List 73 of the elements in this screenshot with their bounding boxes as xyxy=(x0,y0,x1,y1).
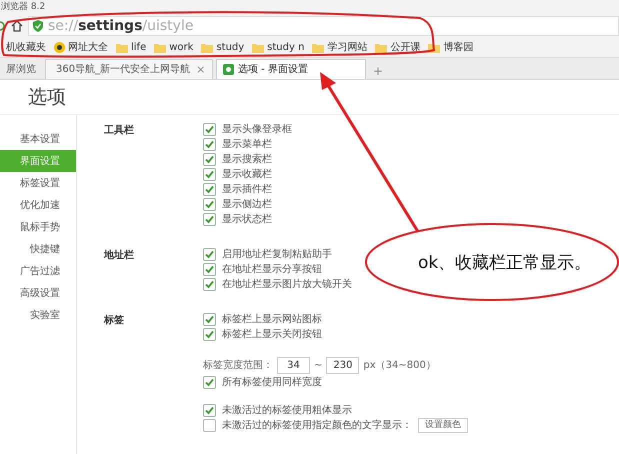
folder-icon xyxy=(375,42,388,52)
browser-tab[interactable]: 选项 - 界面设置 xyxy=(216,59,366,79)
option-label: 所有标签使用同样宽度 xyxy=(222,376,322,390)
sidebar-item[interactable]: 广告过滤 xyxy=(0,260,76,282)
settings-icon xyxy=(223,64,234,75)
section-title: 地址栏 xyxy=(104,248,135,263)
option-label: 显示侧边栏 xyxy=(222,198,272,212)
checkbox[interactable] xyxy=(203,419,216,432)
folder-icon xyxy=(201,42,214,52)
bookmark[interactable]: 公开课 xyxy=(375,40,420,55)
checkbox[interactable] xyxy=(203,404,216,417)
option-label: 显示头像登录框 xyxy=(222,122,292,137)
folder-icon xyxy=(116,42,128,52)
set-color-button[interactable]: 设置颜色 xyxy=(418,418,468,433)
sidebar-item[interactable]: 优化加速 xyxy=(0,194,76,216)
checkbox[interactable] xyxy=(203,183,216,196)
sidebar-item[interactable]: 高级设置 xyxy=(0,282,76,304)
bookmark[interactable]: 网址大全 xyxy=(54,40,108,55)
checkbox[interactable] xyxy=(203,313,216,326)
section-title: 标签 xyxy=(104,314,125,328)
shield-icon xyxy=(33,20,43,32)
max-width-field[interactable]: 230 xyxy=(326,356,360,374)
checkbox[interactable] xyxy=(203,263,216,276)
checkbox[interactable] xyxy=(203,248,216,261)
option-label: 标签栏上显示网站图标 xyxy=(222,312,322,327)
bookmark[interactable]: 博客园 xyxy=(428,40,474,55)
refresh-icon[interactable] xyxy=(0,20,6,32)
window-title: 浏览器 8.2 xyxy=(1,2,46,12)
range-hint: px（34~800） xyxy=(363,358,436,372)
checkbox[interactable] xyxy=(203,213,216,226)
option-label: 在地址栏显示分享按钮 xyxy=(222,262,322,277)
bookmark[interactable]: study n xyxy=(252,40,304,55)
min-width-field[interactable]: 34 xyxy=(277,356,310,374)
annotation-text: ok、收藏栏正常显示。 xyxy=(418,252,592,275)
folder-icon xyxy=(154,42,166,52)
address-field[interactable]: se://settings/uistyle xyxy=(28,16,619,36)
sidebar-item[interactable]: 鼠标手势 xyxy=(0,216,76,238)
home-icon[interactable] xyxy=(11,20,23,32)
page-title: 选项 xyxy=(28,84,66,110)
folder-icon xyxy=(252,42,264,52)
section-title: 工具栏 xyxy=(104,124,135,138)
bookmark[interactable]: life xyxy=(116,40,146,55)
checkbox[interactable] xyxy=(203,123,216,136)
option-label: 标签栏上显示关闭按钮 xyxy=(222,328,322,342)
option-label: 显示菜单栏 xyxy=(222,138,272,152)
checkbox[interactable] xyxy=(203,138,216,151)
option-label: 未激活过的标签使用指定颜色的文字显示： xyxy=(222,418,412,433)
browser-tab[interactable]: 360导航_新一代安全上网导航 × xyxy=(45,59,213,79)
option-label: 显示收藏栏 xyxy=(222,168,272,182)
checkbox[interactable] xyxy=(203,153,216,166)
option-label: 启用地址栏复制粘贴助手 xyxy=(222,248,332,262)
checkbox[interactable] xyxy=(203,376,216,389)
bookmark[interactable]: study xyxy=(201,40,244,55)
range-separator: ~ xyxy=(314,358,322,372)
option-label: 显示状态栏 xyxy=(222,212,272,227)
bookmark[interactable]: 机收藏夹 xyxy=(6,40,46,55)
sidebar-item[interactable]: 标签设置 xyxy=(0,172,76,194)
sidebar-item[interactable]: 基本设置 xyxy=(0,128,76,150)
checkbox[interactable] xyxy=(203,168,216,181)
sidebar-item[interactable]: 快捷键 xyxy=(0,238,76,260)
bookmark[interactable]: 学习网站 xyxy=(312,40,368,55)
range-label: 标签宽度范围： xyxy=(203,358,273,372)
browser-tab[interactable]: 屏浏览 xyxy=(0,59,42,79)
folder-icon xyxy=(312,42,324,52)
checkbox[interactable] xyxy=(203,328,216,341)
checkbox[interactable] xyxy=(203,198,216,211)
option-label: 显示搜索栏 xyxy=(222,152,272,167)
sidebar-item[interactable]: 实验室 xyxy=(0,304,76,326)
checkbox[interactable] xyxy=(203,278,216,291)
option-label: 在地址栏显示图片放大镜开关 xyxy=(222,278,352,292)
option-label: 显示插件栏 xyxy=(222,182,272,197)
option-label: 未激活过的标签使用粗体显示 xyxy=(222,404,352,418)
bookmark[interactable]: work xyxy=(154,40,194,55)
